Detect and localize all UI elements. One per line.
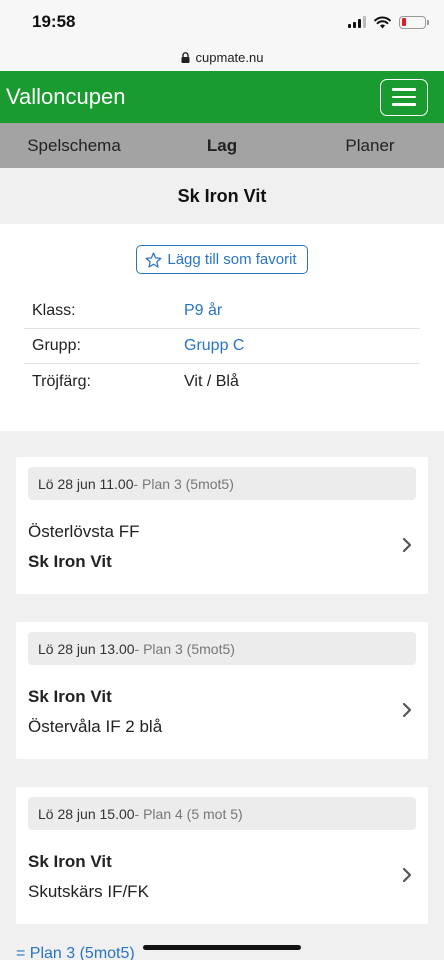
match-time: Lö 28 jun 11.00 bbox=[38, 475, 134, 492]
match-plan: - Plan 3 (5mot5) bbox=[134, 640, 235, 657]
chevron-right-icon bbox=[402, 537, 412, 553]
add-favorite-button[interactable]: Lägg till som favorit bbox=[136, 245, 308, 274]
match-time: Lö 28 jun 13.00 bbox=[38, 640, 135, 657]
status-time: 19:58 bbox=[32, 12, 76, 31]
home-team: Sk Iron Vit bbox=[28, 687, 112, 706]
nav-tabs: Spelschema Lag Planer bbox=[0, 123, 444, 168]
plan-link[interactable]: = Plan 3 (5mot5) bbox=[16, 945, 135, 960]
tab-spelschema[interactable]: Spelschema bbox=[0, 136, 148, 156]
home-team: Sk Iron Vit bbox=[28, 852, 112, 871]
away-team: Skutskärs IF/FK bbox=[28, 882, 149, 901]
hamburger-menu-button[interactable] bbox=[380, 78, 428, 116]
match-card[interactable]: Lö 28 jun 11.00 - Plan 3 (5mot5) Österlö… bbox=[16, 457, 428, 594]
match-card[interactable]: Lö 28 jun 15.00 - Plan 4 (5 mot 5) Sk Ir… bbox=[16, 787, 428, 924]
chevron-right-icon bbox=[402, 702, 412, 718]
match-header: Lö 28 jun 13.00 - Plan 3 (5mot5) bbox=[28, 632, 416, 665]
klass-label: Klass: bbox=[32, 302, 76, 319]
match-header: Lö 28 jun 11.00 - Plan 3 (5mot5) bbox=[28, 467, 416, 500]
menu-bar-icon bbox=[392, 95, 416, 99]
klass-link[interactable]: P9 år bbox=[184, 302, 222, 320]
tab-lag[interactable]: Lag bbox=[148, 136, 296, 156]
app-header: Valloncupen bbox=[0, 71, 444, 123]
status-bar: 19:58 bbox=[0, 0, 444, 44]
match-time: Lö 28 jun 15.00 bbox=[38, 805, 135, 822]
away-team: Sk Iron Vit bbox=[28, 552, 112, 571]
url-text: cupmate.nu bbox=[195, 50, 264, 65]
match-plan: - Plan 3 (5mot5) bbox=[133, 475, 234, 492]
info-row-grupp: Grupp: Grupp C bbox=[24, 329, 420, 364]
match-header: Lö 28 jun 15.00 - Plan 4 (5 mot 5) bbox=[28, 797, 416, 830]
signal-icon bbox=[348, 16, 366, 28]
grupp-label: Grupp: bbox=[32, 337, 81, 354]
home-team: Österlövsta FF bbox=[28, 522, 140, 541]
battery-icon bbox=[399, 15, 429, 29]
lock-icon bbox=[181, 52, 190, 63]
menu-bar-icon bbox=[392, 88, 416, 91]
star-icon bbox=[145, 251, 162, 268]
team-info-card: Lägg till som favorit Klass: P9 år Grupp… bbox=[0, 224, 444, 431]
app-title[interactable]: Valloncupen bbox=[6, 84, 125, 110]
grupp-link[interactable]: Grupp C bbox=[184, 337, 244, 355]
chevron-right-icon bbox=[402, 867, 412, 883]
wifi-icon bbox=[374, 15, 391, 28]
url-bar[interactable]: cupmate.nu bbox=[0, 44, 444, 71]
add-favorite-label: Lägg till som favorit bbox=[167, 251, 297, 268]
menu-bar-icon bbox=[392, 103, 416, 106]
match-list: Lö 28 jun 11.00 - Plan 3 (5mot5) Österlö… bbox=[0, 431, 444, 924]
info-row-trojfarg: Tröjfärg: Vit / Blå bbox=[24, 364, 420, 399]
info-row-klass: Klass: P9 år bbox=[24, 294, 420, 329]
status-icons bbox=[348, 15, 429, 29]
away-team: Östervåla IF 2 blå bbox=[28, 717, 163, 736]
home-indicator[interactable] bbox=[143, 945, 301, 950]
trojfarg-value: Vit / Blå bbox=[184, 372, 239, 390]
match-plan: - Plan 4 (5 mot 5) bbox=[134, 805, 243, 822]
tab-planer[interactable]: Planer bbox=[296, 136, 444, 156]
trojfarg-label: Tröjfärg: bbox=[32, 372, 91, 390]
match-card[interactable]: Lö 28 jun 13.00 - Plan 3 (5mot5) Sk Iron… bbox=[16, 622, 428, 759]
page-title: Sk Iron Vit bbox=[0, 168, 444, 224]
